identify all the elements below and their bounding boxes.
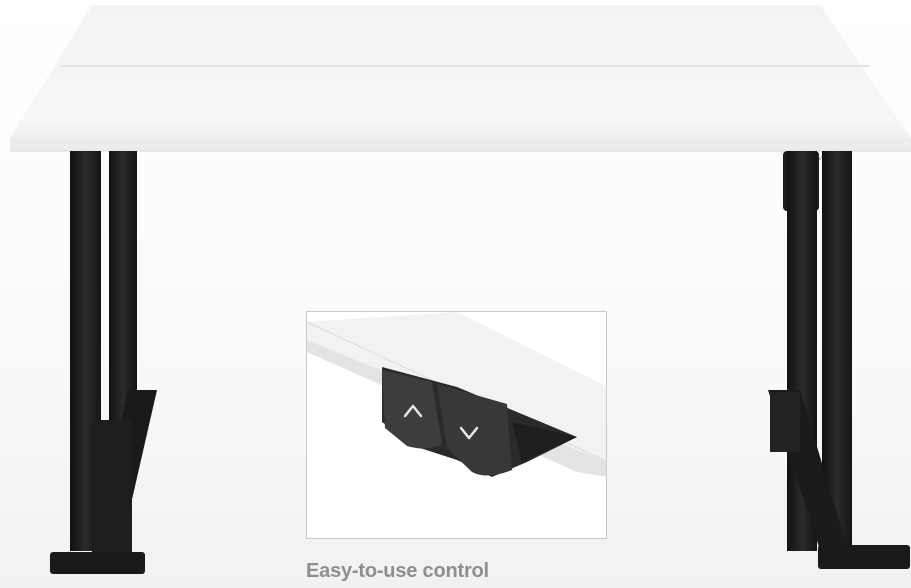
controller-closeup — [306, 311, 607, 539]
left-leg — [50, 151, 157, 574]
caption: Easy-to-use control — [306, 560, 489, 582]
controller-illustration — [307, 312, 606, 538]
product-image: ^ v — [0, 0, 911, 588]
desktop-surface — [10, 5, 911, 152]
right-leg: ^ v — [768, 151, 910, 569]
